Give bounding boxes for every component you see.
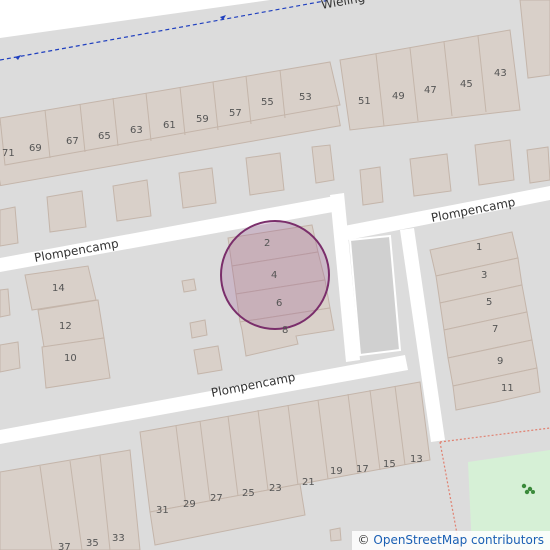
house-number: 11 bbox=[501, 383, 514, 394]
house-number: 19 bbox=[330, 466, 343, 477]
attribution-link[interactable]: OpenStreetMap contributors bbox=[373, 533, 544, 547]
building bbox=[526, 146, 550, 184]
house-number: 5 bbox=[486, 297, 492, 308]
house-number: 61 bbox=[163, 120, 176, 131]
building bbox=[112, 179, 152, 222]
house-number: 35 bbox=[86, 538, 99, 549]
house-number: 57 bbox=[229, 108, 242, 119]
building bbox=[0, 341, 21, 373]
house-number: 55 bbox=[261, 97, 274, 108]
house-number: 65 bbox=[98, 131, 111, 142]
house-number: 49 bbox=[392, 91, 405, 102]
building bbox=[181, 278, 197, 293]
house-number: 17 bbox=[356, 464, 369, 475]
building bbox=[46, 190, 87, 233]
house-number: 8 bbox=[282, 325, 288, 336]
map-canvas: Plompencamp Plompencamp Plompencamp Wiel… bbox=[0, 0, 550, 550]
building bbox=[409, 153, 452, 197]
map-view[interactable]: Plompencamp Plompencamp Plompencamp Wiel… bbox=[0, 0, 550, 550]
house-number: 47 bbox=[424, 85, 437, 96]
house-number: 4 bbox=[271, 270, 277, 281]
house-number: 27 bbox=[210, 493, 223, 504]
building bbox=[359, 166, 384, 206]
building bbox=[0, 288, 11, 318]
parking-area bbox=[348, 234, 402, 357]
house-number: 10 bbox=[64, 353, 77, 364]
house-number: 1 bbox=[476, 242, 482, 253]
building bbox=[0, 206, 19, 247]
house-number: 51 bbox=[358, 96, 371, 107]
building bbox=[474, 139, 515, 186]
house-number: 13 bbox=[410, 454, 423, 465]
house-number: 53 bbox=[299, 92, 312, 103]
house-number: 59 bbox=[196, 114, 209, 125]
house-number: 2 bbox=[264, 238, 270, 249]
house-number: 29 bbox=[183, 499, 196, 510]
house-number: 14 bbox=[52, 283, 65, 294]
house-number: 6 bbox=[276, 298, 282, 309]
house-number: 37 bbox=[58, 542, 71, 550]
house-number: 31 bbox=[156, 505, 169, 516]
building bbox=[189, 319, 208, 339]
house-number: 7 bbox=[492, 324, 498, 335]
house-number: 71 bbox=[2, 148, 15, 159]
house-number: 25 bbox=[242, 488, 255, 499]
building bbox=[0, 454, 113, 550]
house-number: 67 bbox=[66, 136, 79, 147]
house-number: 63 bbox=[130, 125, 143, 136]
house-number: 12 bbox=[59, 321, 72, 332]
house-number: 9 bbox=[497, 356, 503, 367]
building bbox=[329, 527, 342, 542]
copyright-symbol: © bbox=[357, 533, 370, 547]
house-number: 45 bbox=[460, 79, 473, 90]
house-number: 3 bbox=[481, 270, 487, 281]
house-number: 33 bbox=[112, 533, 125, 544]
house-number: 21 bbox=[302, 477, 315, 488]
house-number: 15 bbox=[383, 459, 396, 470]
house-number: 23 bbox=[269, 483, 282, 494]
house-number: 43 bbox=[494, 68, 507, 79]
map-attribution: © OpenStreetMap contributors bbox=[351, 531, 550, 550]
house-number: 69 bbox=[29, 143, 42, 154]
building bbox=[311, 144, 335, 184]
building bbox=[245, 152, 285, 196]
building bbox=[193, 345, 223, 375]
building bbox=[178, 167, 217, 209]
